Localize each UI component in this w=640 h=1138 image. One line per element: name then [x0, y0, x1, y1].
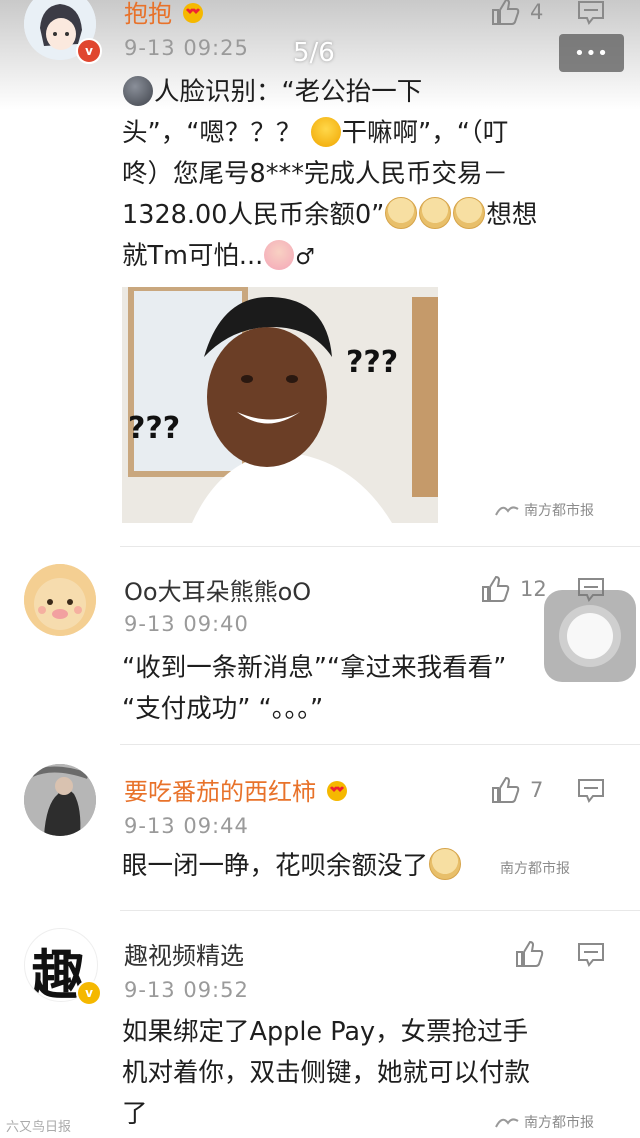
comment-username[interactable]: 抱抱	[124, 0, 206, 29]
thumbs-up-icon	[482, 575, 510, 602]
like-count: 4	[530, 0, 544, 24]
comment-text: 人脸识别：“老公抬一下 头”，“嗯？？？ 干嘛啊”，“（叮 咚）您尾号8***完…	[122, 76, 538, 271]
avatar[interactable]	[24, 564, 96, 636]
question-marks-left: ???	[128, 411, 181, 446]
verified-badge: v	[76, 38, 102, 64]
like-button[interactable]: 7	[490, 776, 543, 804]
comment-divider	[120, 910, 640, 911]
doge-emoji-icon	[385, 197, 418, 229]
heart-eyes-emoji-icon	[324, 780, 350, 802]
like-count: 12	[520, 577, 547, 601]
avatar[interactable]	[24, 764, 96, 836]
doge-emoji-icon	[453, 197, 486, 229]
like-count: 7	[530, 778, 544, 802]
reply-button[interactable]	[577, 0, 605, 30]
page-indicator: 5/6	[293, 38, 335, 68]
comment-time: 9-13 09:40	[124, 612, 249, 636]
corner-watermark: 六又鸟日报	[6, 1120, 72, 1135]
comment-text: “收到一条新消息”“拿过来我看看” “支付成功” “。。。”	[122, 653, 507, 724]
thumbs-up-icon	[516, 940, 544, 967]
verified-badge: v	[76, 980, 102, 1006]
doge-emoji-icon	[419, 197, 452, 229]
question-marks-right: ???	[346, 345, 399, 380]
like-button[interactable]: 12	[480, 575, 547, 603]
comment-time: 9-13 09:25	[124, 36, 249, 60]
more-button[interactable]: •••	[559, 34, 624, 72]
comment-bubble-icon	[578, 779, 604, 803]
thumbs-up-icon	[492, 776, 520, 803]
assistive-touch-ring-icon	[559, 605, 621, 667]
reply-button[interactable]	[577, 778, 605, 808]
assistive-touch-button[interactable]	[544, 590, 636, 682]
comment-bubble-icon	[578, 1, 604, 25]
bear-avatar-icon	[24, 564, 96, 636]
sweat-smile-emoji-icon	[310, 117, 341, 147]
heart-eyes-emoji-icon	[180, 2, 206, 24]
photo-avatar-icon	[24, 764, 96, 836]
newspaper-watermark: 南方都市报	[500, 861, 570, 877]
watermark-logo-icon	[495, 506, 519, 516]
woman-gesturing-emoji-icon	[264, 240, 295, 270]
comment-divider	[120, 744, 640, 745]
comment-divider	[120, 546, 640, 547]
doge-emoji-icon	[429, 848, 462, 880]
comment-image[interactable]: ??? ???	[122, 287, 438, 523]
comment-username[interactable]: Oo大耳朵熊熊oO	[124, 572, 311, 607]
comment-username[interactable]: 要吃番茄的西红柿	[124, 772, 350, 807]
newspaper-watermark: 南方都市报	[494, 500, 594, 520]
more-icon: •••	[574, 42, 609, 64]
comment-time: 9-13 09:44	[124, 814, 249, 838]
newspaper-watermark: 南方都市报	[494, 1112, 594, 1132]
comment-username[interactable]: 趣视频精选	[124, 936, 244, 971]
confused-man-meme-image	[122, 287, 438, 523]
comment-time: 9-13 09:52	[124, 978, 249, 1002]
thumbs-up-icon	[492, 0, 520, 25]
moon-face-emoji-icon	[123, 76, 153, 106]
like-button[interactable]: 4	[490, 0, 543, 26]
like-button[interactable]	[514, 940, 554, 968]
watermark-logo-icon	[495, 1118, 519, 1128]
comment-bubble-icon	[578, 943, 604, 967]
reply-button[interactable]	[577, 942, 605, 972]
